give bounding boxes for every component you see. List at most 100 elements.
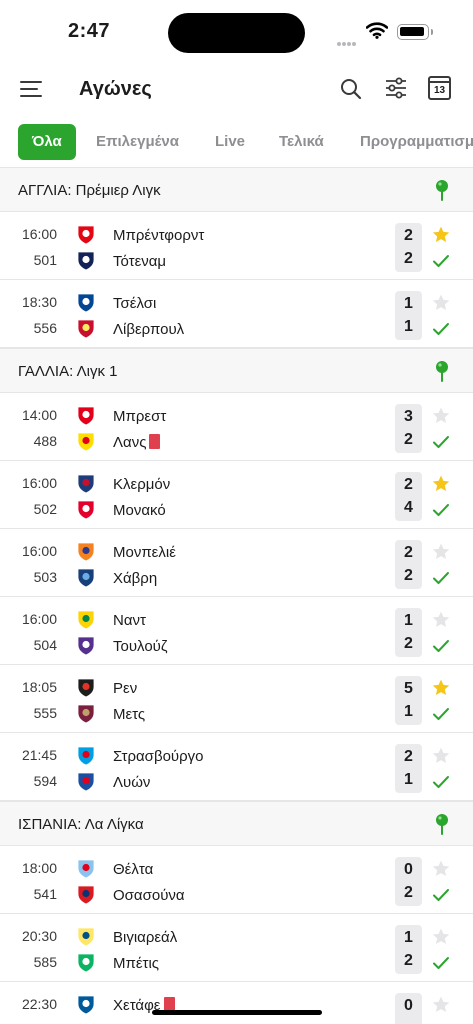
- clermont-crest-icon: [76, 473, 96, 494]
- match-time: 22:30: [21, 996, 57, 1012]
- nantes-crest-icon: [76, 609, 96, 630]
- home-score: 2: [404, 476, 413, 493]
- pin-icon[interactable]: [435, 179, 449, 206]
- score-box: 02: [395, 857, 422, 906]
- tab-finished[interactable]: Τελικά: [279, 124, 324, 160]
- away-team: Οσασούνα: [113, 887, 185, 904]
- score-box: 12: [395, 925, 422, 974]
- favorite-star-icon[interactable]: [431, 225, 451, 250]
- home-score: 0: [404, 861, 413, 878]
- cellular-signal-icon: [337, 33, 357, 51]
- red-card-icon: [149, 434, 161, 449]
- favorite-star-icon[interactable]: [431, 474, 451, 499]
- match-row[interactable]: 16:00 503 Μονπελιέ Χάβρη 2 2: [0, 529, 473, 597]
- favorite-star-icon[interactable]: [431, 859, 451, 884]
- checkmark-icon: [432, 775, 450, 794]
- away-score: 1: [404, 771, 413, 788]
- match-time: 18:30: [21, 294, 57, 310]
- match-row[interactable]: 14:00 488 Μπρεστ Λανς 3 2: [0, 393, 473, 461]
- away-score: 2: [404, 567, 413, 584]
- match-row[interactable]: 16:00 501 Μπρέντφορντ Τότεναμ 2 2: [0, 212, 473, 280]
- tab-selected[interactable]: Επιλεγμένα: [96, 124, 179, 160]
- match-time: 21:45: [21, 747, 57, 763]
- tab-scheduled[interactable]: Προγραμματισμένα: [360, 124, 473, 160]
- home-team: Μπρεστ: [113, 408, 166, 425]
- celta-crest-icon: [76, 858, 96, 879]
- getafe-crest-icon: [76, 994, 96, 1015]
- match-row[interactable]: 18:00 541 Θέλτα Οσασούνα 0 2: [0, 846, 473, 914]
- filter-sliders-icon[interactable]: [384, 76, 408, 105]
- away-team-name: Μονακό: [113, 502, 166, 519]
- favorite-star-icon[interactable]: [431, 678, 451, 703]
- home-indicator: [152, 1010, 322, 1015]
- checkmark-icon: [432, 435, 450, 454]
- away-score: 2: [404, 952, 413, 969]
- league-header[interactable]: ΑΓΓΛΙΑ: Πρέμιερ Λιγκ: [0, 167, 473, 212]
- calendar-icon[interactable]: 13: [428, 76, 451, 100]
- match-row[interactable]: 21:45 594 Στρασβούργο Λυών 2 1: [0, 733, 473, 801]
- favorite-star-icon[interactable]: [431, 746, 451, 771]
- metz-crest-icon: [76, 703, 96, 724]
- away-team-name: Μπέτις: [113, 955, 160, 972]
- le-havre-crest-icon: [76, 567, 96, 588]
- checkmark-icon: [432, 888, 450, 907]
- chelsea-crest-icon: [76, 292, 96, 313]
- home-team: Κλερμόν: [113, 476, 170, 493]
- osasuna-crest-icon: [76, 884, 96, 905]
- checkmark-icon: [432, 639, 450, 658]
- rennes-crest-icon: [76, 677, 96, 698]
- score-box: 21: [395, 744, 422, 793]
- status-bar: 2:47: [0, 0, 473, 66]
- away-score: 2: [404, 431, 413, 448]
- checkmark-icon: [432, 254, 450, 273]
- away-score: 2: [404, 635, 413, 652]
- calendar-day: 13: [433, 85, 446, 96]
- match-code: 541: [33, 886, 57, 902]
- match-row[interactable]: 18:30 556 Τσέλσι Λίβερπουλ 1 1: [0, 280, 473, 348]
- battery-icon: [397, 24, 433, 40]
- away-team: Λίβερπουλ: [113, 321, 184, 338]
- score-box: 32: [395, 404, 422, 453]
- favorite-star-icon[interactable]: [431, 542, 451, 567]
- match-row[interactable]: 18:05 555 Ρεν Μετς 5 1: [0, 665, 473, 733]
- score-box: 24: [395, 472, 422, 521]
- away-team: Τουλούζ: [113, 638, 168, 655]
- match-row[interactable]: 16:00 502 Κλερμόν Μονακό 2 4: [0, 461, 473, 529]
- match-code: 585: [33, 954, 57, 970]
- home-team: Θέλτα: [113, 861, 153, 878]
- favorite-star-icon[interactable]: [431, 293, 451, 318]
- favorite-star-icon[interactable]: [431, 995, 451, 1020]
- favorite-star-icon[interactable]: [431, 610, 451, 635]
- match-time: 14:00: [21, 407, 57, 423]
- tab-live[interactable]: Live: [215, 124, 245, 160]
- pin-icon[interactable]: [435, 360, 449, 387]
- liverpool-crest-icon: [76, 318, 96, 339]
- app-header: Αγώνες 13: [0, 66, 473, 114]
- league-name: ΙΣΠΑΝΙΑ: Λα Λίγκα: [18, 816, 144, 833]
- score-box: 11: [395, 291, 422, 340]
- away-score: 2: [404, 884, 413, 901]
- away-team-name: Τότεναμ: [113, 253, 167, 270]
- match-time: 20:30: [21, 928, 57, 944]
- home-score: 1: [404, 929, 413, 946]
- league-header[interactable]: ΙΣΠΑΝΙΑ: Λα Λίγκα: [0, 801, 473, 846]
- match-time: 18:00: [21, 860, 57, 876]
- home-score: 2: [404, 748, 413, 765]
- away-score: 4: [404, 499, 413, 516]
- home-team-name: Στρασβούργο: [113, 748, 204, 765]
- favorite-star-icon[interactable]: [431, 927, 451, 952]
- score-box: 22: [395, 540, 422, 589]
- hamburger-menu-icon[interactable]: [20, 80, 42, 103]
- tab-all[interactable]: Όλα: [18, 124, 76, 160]
- match-row[interactable]: 16:00 504 Ναντ Τουλούζ 1 2: [0, 597, 473, 665]
- home-team-name: Μονπελιέ: [113, 544, 176, 561]
- favorite-star-icon[interactable]: [431, 406, 451, 431]
- away-team-name: Οσασούνα: [113, 887, 185, 904]
- home-score: 2: [404, 544, 413, 561]
- match-row[interactable]: 20:30 585 Βιγιαρεάλ Μπέτις 1 2: [0, 914, 473, 982]
- pin-icon[interactable]: [435, 813, 449, 840]
- league-header[interactable]: ΓΑΛΛΙΑ: Λιγκ 1: [0, 348, 473, 393]
- match-row[interactable]: 22:30 Χετάφε 0: [0, 982, 473, 1024]
- brentford-crest-icon: [76, 224, 96, 245]
- search-icon[interactable]: [340, 78, 362, 105]
